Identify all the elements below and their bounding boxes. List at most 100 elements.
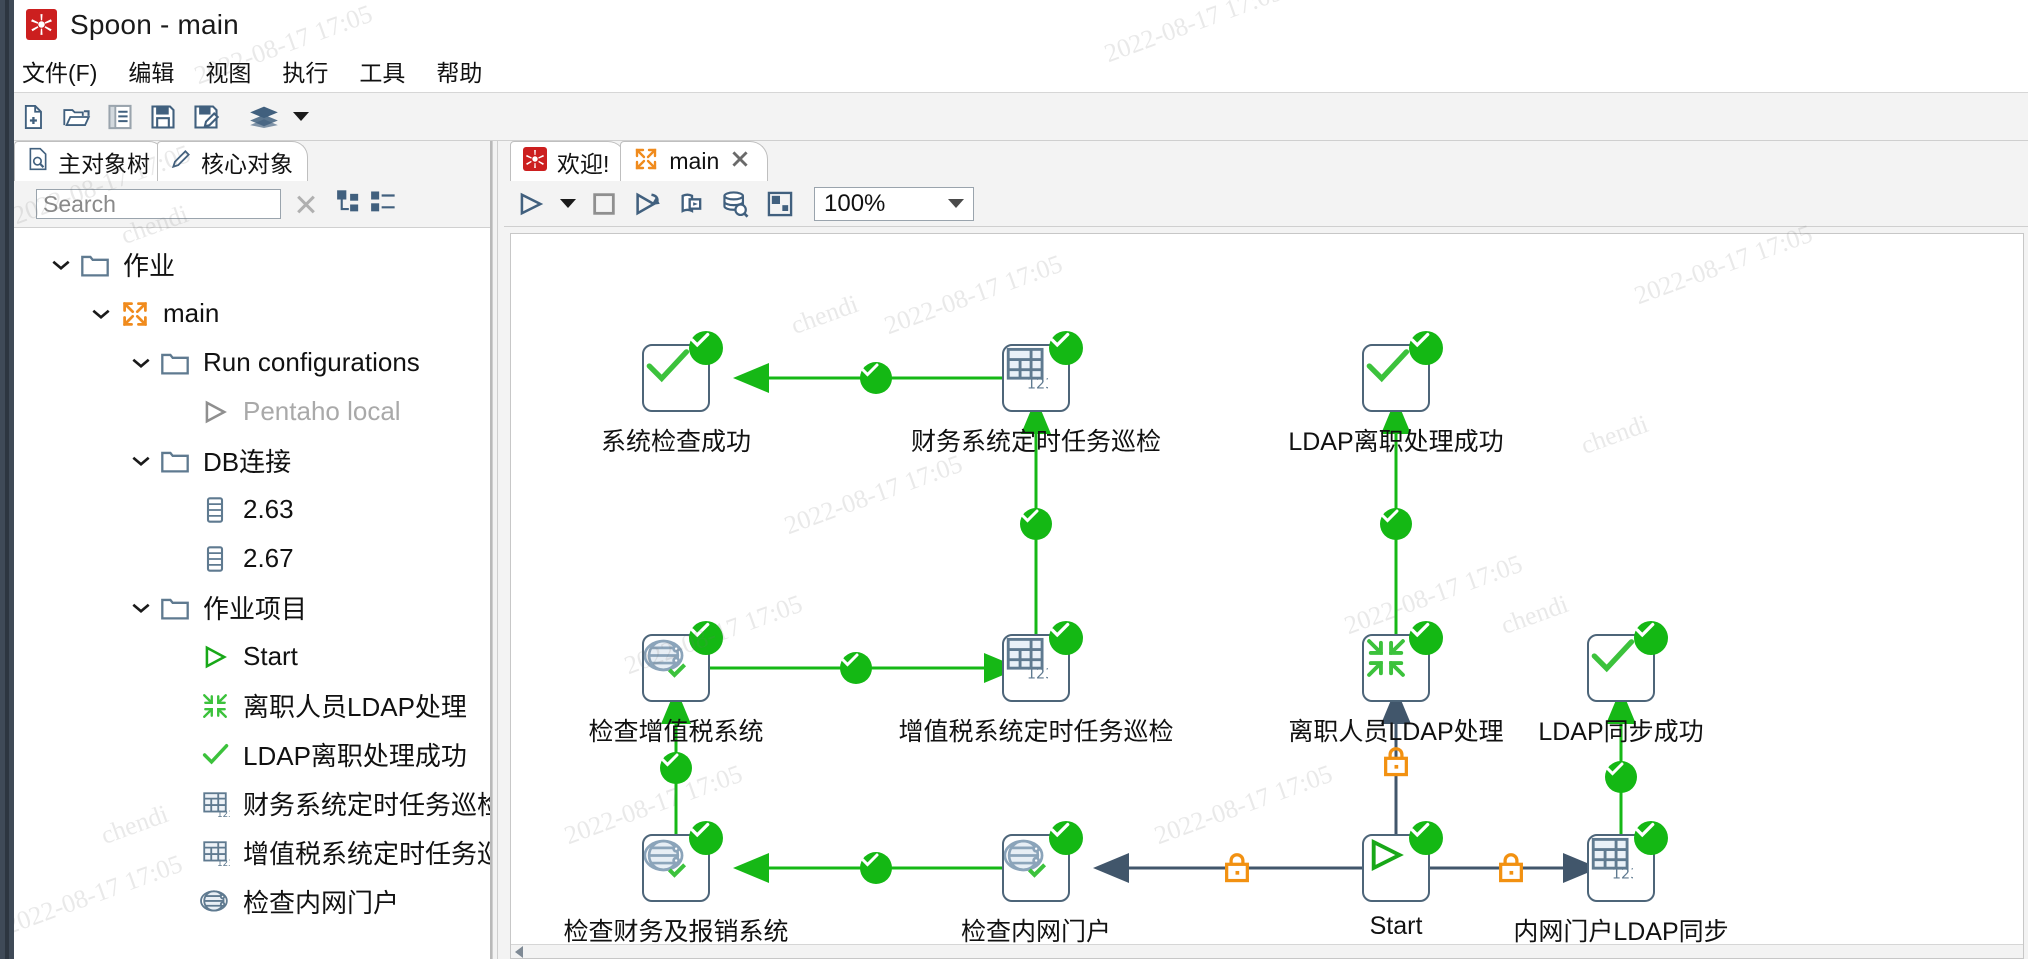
tree-item-start[interactable]: Start [14,632,490,681]
node-start[interactable] [1362,821,1443,902]
tree-item-db-2-67[interactable]: 2.67 [14,534,490,583]
menu-file[interactable]: 文件(F) [22,54,97,88]
transform-icon [198,690,232,722]
chevron-down-icon[interactable] [124,444,158,478]
tree-item-jobs[interactable]: 作业 [14,240,490,289]
spoon-application-window: Spoon - main 文件(F) 编辑 视图 执行 工具 帮助 主对象树 核… [0,0,2028,959]
menu-help[interactable]: 帮助 [436,54,482,88]
main-body: 主对象树 核心对象 Search 作业 main Run configurati… [0,141,2028,959]
node-ldap-offboard-process[interactable] [1362,621,1443,702]
editor-toolbar: 100% [504,181,2028,227]
menu-view[interactable]: 视图 [205,54,251,88]
stop-icon[interactable] [588,188,620,220]
run-options-caret-down-icon[interactable] [560,199,576,208]
tree-item-main[interactable]: main [14,289,490,338]
node-vat-cron-check[interactable]: 123 [1002,621,1083,702]
spoon-logo-icon [523,146,547,177]
tab-welcome[interactable]: 欢迎! [510,141,627,181]
search-placeholder: Search [43,190,116,217]
svg-text:123: 123 [1027,376,1048,390]
tree-search-row: Search [14,181,490,228]
zoom-value: 100% [824,189,886,217]
editor-tab-label: main [669,148,720,174]
chevron-down-icon[interactable] [44,248,78,282]
status-badge [689,621,723,655]
hop-check-icon[interactable] [1020,508,1052,540]
tree-item-check-intranet-portal[interactable]: 检查内网门户 [14,877,490,926]
start-triangle-icon [198,641,232,673]
new-file-icon[interactable] [18,101,50,133]
node-label: 系统检查成功 [600,428,752,456]
node-ldap-offboard-success[interactable] [1362,331,1443,412]
hop-check-icon[interactable] [860,362,892,394]
tree-item-run-configurations[interactable]: Run configurations [14,338,490,387]
status-badge [1409,821,1443,855]
tab-main[interactable]: main [620,141,769,181]
node-intranet-ldap-sync[interactable]: 123 [1587,821,1668,902]
canvas-horizontal-scrollbar[interactable] [511,944,2023,958]
chevron-down-icon[interactable] [124,346,158,380]
tree-item-ldap-offboard[interactable]: 离职人员LDAP处理 [14,681,490,730]
collapse-all-icon[interactable] [337,189,363,219]
run-icon[interactable] [514,188,546,220]
node-check-vat-system[interactable] [642,621,723,702]
tree-item-job-entries[interactable]: 作业项目 [14,583,490,632]
node-ldap-sync-success[interactable] [1587,621,1668,702]
tree-item-db-connections[interactable]: DB连接 [14,436,490,485]
node-check-finance-reimbursement[interactable] [642,821,723,902]
layers-icon[interactable] [248,101,280,133]
hop-lock-icon[interactable] [1381,745,1411,779]
chevron-down-icon[interactable] [124,591,158,625]
tree-item-finance-cron-check[interactable]: 123 财务系统定时任务巡检 [14,779,490,828]
expand-all-icon[interactable] [371,190,397,219]
open-folder-icon[interactable] [61,101,93,133]
menu-edit[interactable]: 编辑 [128,54,174,88]
tree-item-label: 2.67 [243,543,294,573]
window-left-edge [0,0,14,959]
node-label: 增值税系统定时任务巡检 [898,718,1174,746]
tree-item-vat-cron-check[interactable]: 123 增值税系统定时任务巡检 [14,828,490,877]
search-input[interactable]: Search [36,189,281,219]
save-as-icon[interactable] [190,101,222,133]
check-icon [198,739,232,771]
hop-check-icon[interactable] [840,652,872,684]
tab-core-objects[interactable]: 核心对象 [157,141,308,181]
node-label: 内网门户LDAP同步 [1513,918,1729,946]
zoom-select[interactable]: 100% [814,186,974,221]
scroll-left-icon[interactable] [515,945,523,958]
status-badge [1049,821,1083,855]
save-icon[interactable] [147,101,179,133]
close-x-icon[interactable] [729,148,751,176]
tree-item-label: main [163,298,220,328]
caret-down-icon[interactable] [293,112,309,121]
hop-check-icon[interactable] [660,752,692,784]
node-system-check-success[interactable] [642,331,723,412]
hop-check-icon[interactable] [1380,508,1412,540]
menu-run[interactable]: 执行 [282,54,328,88]
node-check-intranet-portal[interactable] [1002,821,1083,902]
folder-icon [158,445,192,477]
preview-icon[interactable] [676,188,708,220]
node-label: 检查增值税系统 [588,718,764,746]
chevron-down-icon[interactable] [84,297,118,331]
clear-x-icon[interactable] [291,189,321,219]
tab-main-object-tree[interactable]: 主对象树 [14,141,165,181]
layout-icon[interactable] [764,188,796,220]
hop-check-icon[interactable] [860,852,892,884]
hop-lock-icon[interactable] [1496,851,1526,885]
tree-item-pentaho-local[interactable]: Pentaho local [14,387,490,436]
run-next-icon[interactable] [632,188,664,220]
menu-tools[interactable]: 工具 [359,54,405,88]
node-finance-cron-check[interactable]: 123 [1002,331,1083,412]
tree-item-db-2-63[interactable]: 2.63 [14,485,490,534]
node-label: LDAP同步成功 [1538,718,1704,746]
object-tree[interactable]: 作业 main Run configurations Pentaho local… [14,228,490,959]
explorer-icon[interactable] [104,101,136,133]
hop-check-icon[interactable] [1605,761,1637,793]
tab-label: 核心对象 [201,150,293,177]
db-inspect-icon[interactable] [720,188,752,220]
hop-lock-icon[interactable] [1222,851,1252,885]
tree-item-ldap-offboard-success[interactable]: LDAP离职处理成功 [14,730,490,779]
job-canvas[interactable]: 系统检查成功 123 财务系统定时任务巡检 [510,233,2024,959]
svg-text:123: 123 [1612,866,1633,880]
